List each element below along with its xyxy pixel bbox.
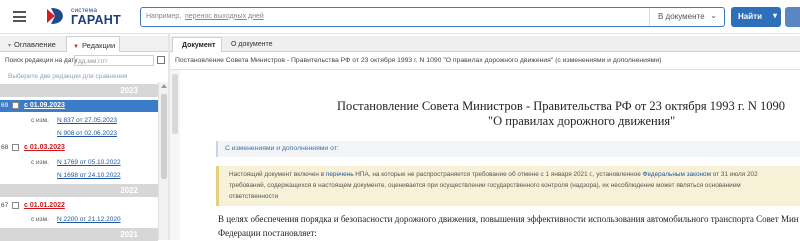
edition-date-link[interactable]: с 01.01.2022	[24, 202, 65, 209]
year-label: 2022	[120, 185, 138, 195]
document-title: Постановление Совета Министров - Правите…	[337, 99, 785, 113]
logo-mark-icon	[47, 8, 63, 24]
edition-row[interactable]: 68 с 01.03.2023	[0, 142, 158, 154]
edition-change: N 1698 от 24.10.2022	[0, 170, 158, 181]
triangle-icon: ▼	[73, 44, 79, 50]
federal-law-link[interactable]: Федеральным законом	[643, 171, 711, 178]
notice-box: Настоящий документ включен в перечень НП…	[216, 166, 800, 206]
body-paragraph: Федерации постановляет:	[218, 228, 317, 238]
search-placeholder-link[interactable]: перенос выходных дней	[185, 13, 264, 20]
change-prefix: с изм.	[31, 215, 49, 223]
edition-date-link[interactable]: с 01.09.2023	[24, 102, 65, 109]
edition-row[interactable]: 67 с 01.01.2022	[0, 200, 158, 212]
notice-text: НПА, на которые не распространяется треб…	[353, 171, 643, 178]
find-button-label: Найти	[738, 12, 762, 21]
notice-text: от 31 июля 202	[711, 171, 758, 178]
list-link[interactable]: перечень	[326, 171, 354, 178]
changes-panel[interactable]: С изменениями и дополнениями от:	[216, 141, 800, 157]
date-placeholder: дд.мм.гггг	[78, 57, 108, 65]
date-search-label: Поиск редакции на дату	[5, 57, 78, 64]
search-options-button[interactable]	[785, 7, 800, 27]
left-panel-tabs: ▾ Оглавление ▼ Редакции	[0, 36, 168, 52]
divider	[170, 69, 800, 70]
search-scope-select[interactable]: В документе ⌄	[649, 8, 725, 26]
notice-text: Настоящий документ включен в	[229, 171, 326, 178]
notice-line: ответственности	[229, 193, 279, 200]
edition-row[interactable]: 69 с 01.09.2023	[0, 100, 158, 112]
body-paragraph: В целях обеспечения порядка и безопаснос…	[218, 214, 799, 224]
find-button[interactable]: Найти ▾	[731, 7, 781, 27]
tab-editions[interactable]: ▼ Редакции	[66, 36, 120, 52]
tab-about-document[interactable]: О документе	[222, 37, 280, 52]
edition-checkbox[interactable]	[12, 102, 19, 109]
edition-change: N 908 от 02.06.2023	[0, 128, 158, 139]
search-scope-label: В документе	[658, 12, 705, 21]
edition-change: с изм. N 2200 от 21.12.2020	[0, 214, 158, 225]
edition-change: с изм. N 837 от 27.05.2023	[0, 115, 158, 126]
document-subtitle: "О правилах дорожного движения"	[488, 114, 676, 128]
scroll-up-icon[interactable]	[161, 84, 167, 88]
changes-link[interactable]: С изменениями и дополнениями от:	[225, 145, 339, 152]
edition-number: 67	[1, 202, 9, 209]
calendar-icon[interactable]	[157, 56, 165, 64]
menu-icon[interactable]	[13, 11, 26, 22]
year-header: 2022	[0, 184, 158, 197]
change-link[interactable]: N 1769 от 05.10.2022	[57, 159, 121, 166]
year-header: 2023	[0, 84, 158, 97]
chevron-down-icon: ⌄	[710, 11, 717, 20]
document-scrollbar[interactable]	[170, 70, 180, 240]
edition-change: с изм. N 1769 от 05.10.2022	[0, 157, 158, 168]
change-link[interactable]: N 908 от 02.06.2023	[57, 130, 117, 137]
breadcrumb: Постановление Совета Министров - Правите…	[175, 57, 662, 64]
dropdown-arrow-icon[interactable]: ▾	[773, 11, 777, 20]
change-link[interactable]: N 2200 от 21.12.2020	[57, 216, 121, 223]
notice-line: требований, содержащихся в настоящем док…	[229, 182, 741, 189]
triangle-icon: ▾	[8, 43, 12, 49]
tab-contents[interactable]: ▾ Оглавление	[8, 36, 63, 52]
change-link[interactable]: N 1698 от 24.10.2022	[57, 172, 121, 179]
edition-number: 69	[1, 102, 9, 109]
scroll-thumb[interactable]	[172, 74, 178, 134]
year-header: 2021	[0, 228, 158, 241]
edition-number: 68	[1, 144, 9, 151]
scroll-thumb[interactable]	[161, 94, 167, 179]
edition-checkbox[interactable]	[12, 202, 19, 209]
change-prefix: с изм.	[31, 158, 49, 166]
year-label: 2021	[120, 229, 138, 239]
document-tabs: Документ О документе	[170, 36, 800, 52]
edition-date-search: Поиск редакции на дату дд.мм.гггг	[0, 54, 168, 68]
left-scrollbar[interactable]	[158, 82, 168, 240]
tab-contents-label: Оглавление	[14, 40, 56, 49]
date-input[interactable]: дд.мм.гггг	[74, 55, 154, 66]
tab-editions-label: Редакции	[81, 41, 116, 50]
garant-logo[interactable]: система ГАРАНТ	[44, 5, 134, 29]
edition-checkbox[interactable]	[12, 144, 19, 151]
logo-big-text: ГАРАНТ	[71, 13, 122, 27]
search-placeholder-prefix: Например,	[146, 12, 182, 20]
compare-hint: Выберите две редакции для сравнения	[8, 73, 128, 80]
top-bar: система ГАРАНТ Например, перенос выходны…	[0, 0, 800, 34]
year-label: 2023	[120, 85, 138, 95]
change-prefix: с изм.	[31, 116, 49, 124]
change-link[interactable]: N 837 от 27.05.2023	[57, 117, 117, 124]
notice-line: Настоящий документ включен в перечень НП…	[229, 171, 758, 178]
tab-document[interactable]: Документ	[172, 37, 222, 52]
search-input[interactable]: Например, перенос выходных дней В докуме…	[140, 7, 725, 27]
edition-date-link[interactable]: с 01.03.2023	[24, 144, 65, 151]
